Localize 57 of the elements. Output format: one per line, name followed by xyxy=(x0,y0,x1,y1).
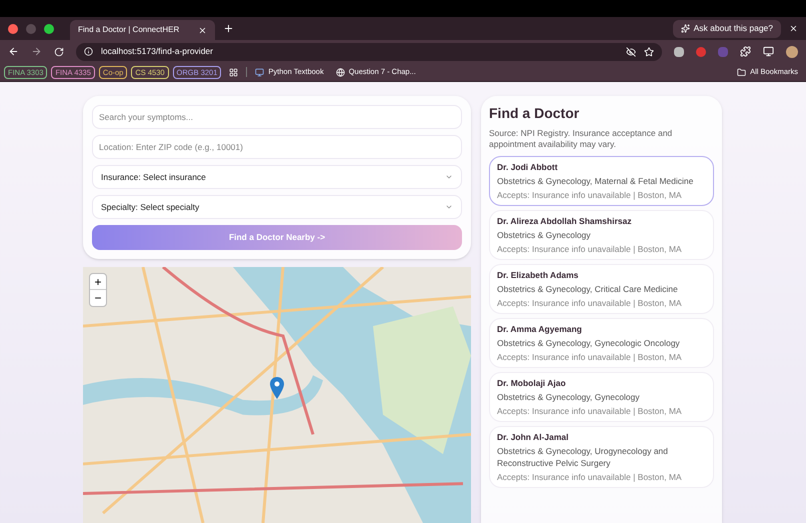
new-tab-icon[interactable] xyxy=(223,23,234,34)
chevron-icon xyxy=(445,203,453,211)
doctor-insurance: Accepts: Insurance info unavailable | Boston, MA xyxy=(497,471,683,483)
puzzle-icon[interactable] xyxy=(740,46,751,57)
back-icon[interactable] xyxy=(8,46,19,57)
ask-button[interactable]: Ask about this page? xyxy=(672,20,781,38)
select-dropdown[interactable]: Specialty: Select specialty xyxy=(92,195,462,219)
extension-icon[interactable] xyxy=(696,46,706,56)
doctor-specialty: Obstetrics & Gynecology, Gynecology xyxy=(497,391,641,403)
sparkle-icon xyxy=(680,24,690,33)
doctor-insurance: Accepts: Insurance info unavailable | Boston, MA xyxy=(497,351,683,363)
info-icon xyxy=(84,47,93,56)
reload-icon[interactable] xyxy=(54,46,64,56)
globe-icon xyxy=(336,68,345,76)
screen-icon[interactable] xyxy=(763,46,774,57)
doctor-specialty: Obstetrics & Gynecology xyxy=(497,229,592,241)
doctor-name: Dr. Elizabeth Adams xyxy=(497,269,580,281)
doctor-specialty: Obstetrics & Gynecology, Critical Care Medicine xyxy=(497,283,679,295)
doctor-card[interactable]: Dr. Mobolaji Ajao Obstetrics & Gynecology, Gynecology Accepts: Insurance info unavailable | Boston, MA xyxy=(489,372,714,422)
source-note: Source: NPI Registry. Insurance acceptance and appointment availability may vary. xyxy=(489,128,674,150)
doctor-specialty: Obstetrics & Gynecology, Urogynecology and Reconstructive Pelvic Surgery xyxy=(497,445,669,469)
address-bar[interactable]: localhost:5173/find-a-provider xyxy=(76,42,662,60)
avatar-icon[interactable] xyxy=(786,46,798,58)
select-dropdown[interactable]: Insurance: Select insurance xyxy=(92,165,462,189)
chevron-icon xyxy=(445,173,453,181)
symptoms-field[interactable]: Search your symptoms... xyxy=(92,105,462,129)
extension-icon[interactable] xyxy=(674,46,684,56)
doctor-insurance: Accepts: Insurance info unavailable | Boston, MA xyxy=(497,189,683,201)
doctor-name: Dr. John Al-Jamal xyxy=(497,431,570,443)
folder-icon xyxy=(737,68,746,76)
doctor-card[interactable]: Dr. Elizabeth Adams Obstetrics & Gynecology, Critical Care Medicine Accepts: Insurance info unavailable | Boston, MA xyxy=(489,264,714,314)
doctor-card[interactable]: Dr. Alireza Abdollah Shamshirsaz Obstetrics & Gynecology Accepts: Insurance info unavailable | Boston, MA xyxy=(489,210,714,260)
results-title: Find a Doctor xyxy=(489,104,580,123)
doctor-name: Dr. Amma Agyemang xyxy=(497,323,583,335)
doctor-name: Dr. Jodi Abbott xyxy=(497,161,559,173)
doctor-name: Dr. Mobolaji Ajao xyxy=(497,377,567,389)
eye-off-icon[interactable] xyxy=(626,46,636,56)
close-icon[interactable] xyxy=(789,24,798,33)
grid-icon[interactable] xyxy=(229,68,238,76)
doctor-insurance: Accepts: Insurance info unavailable | Boston, MA xyxy=(497,243,683,255)
doctor-specialty: Obstetrics & Gynecology, Gynecologic Oncology xyxy=(497,337,681,349)
location-field[interactable]: Location: Enter ZIP code (e.g., 10001) xyxy=(92,135,462,159)
zoom-out-button[interactable]: − xyxy=(90,290,106,306)
zoom-in-button[interactable]: + xyxy=(90,274,106,290)
doctor-name: Dr. Alireza Abdollah Shamshirsaz xyxy=(497,215,632,227)
map[interactable]: + − xyxy=(83,267,471,523)
doctor-specialty: Obstetrics & Gynecology, Maternal & Fetal Medicine xyxy=(497,175,694,187)
browser-tab[interactable]: Find a Doctor | ConnectHER xyxy=(70,20,215,40)
close-icon[interactable] xyxy=(198,26,207,34)
doctor-card[interactable]: Dr. John Al-Jamal Obstetrics & Gynecology, Urogynecology and Reconstructive Pelvic Surgery Accepts: Insurance info unavailable | Boston, MA xyxy=(489,426,714,488)
doctor-card[interactable]: Dr. Amma Agyemang Obstetrics & Gynecology, Gynecologic Oncology Accepts: Insurance info unavailable | Boston, MA xyxy=(489,318,714,368)
star-icon[interactable] xyxy=(644,46,654,56)
screen-icon xyxy=(255,68,264,76)
doctor-insurance: Accepts: Insurance info unavailable | Boston, MA xyxy=(497,405,683,417)
doctor-card[interactable]: Dr. Jodi Abbott Obstetrics & Gynecology, Maternal & Fetal Medicine Accepts: Insurance info unavailable | Boston, MA xyxy=(489,156,714,206)
map-pin-icon[interactable] xyxy=(270,377,284,399)
doctor-insurance: Accepts: Insurance info unavailable | Boston, MA xyxy=(497,297,683,309)
